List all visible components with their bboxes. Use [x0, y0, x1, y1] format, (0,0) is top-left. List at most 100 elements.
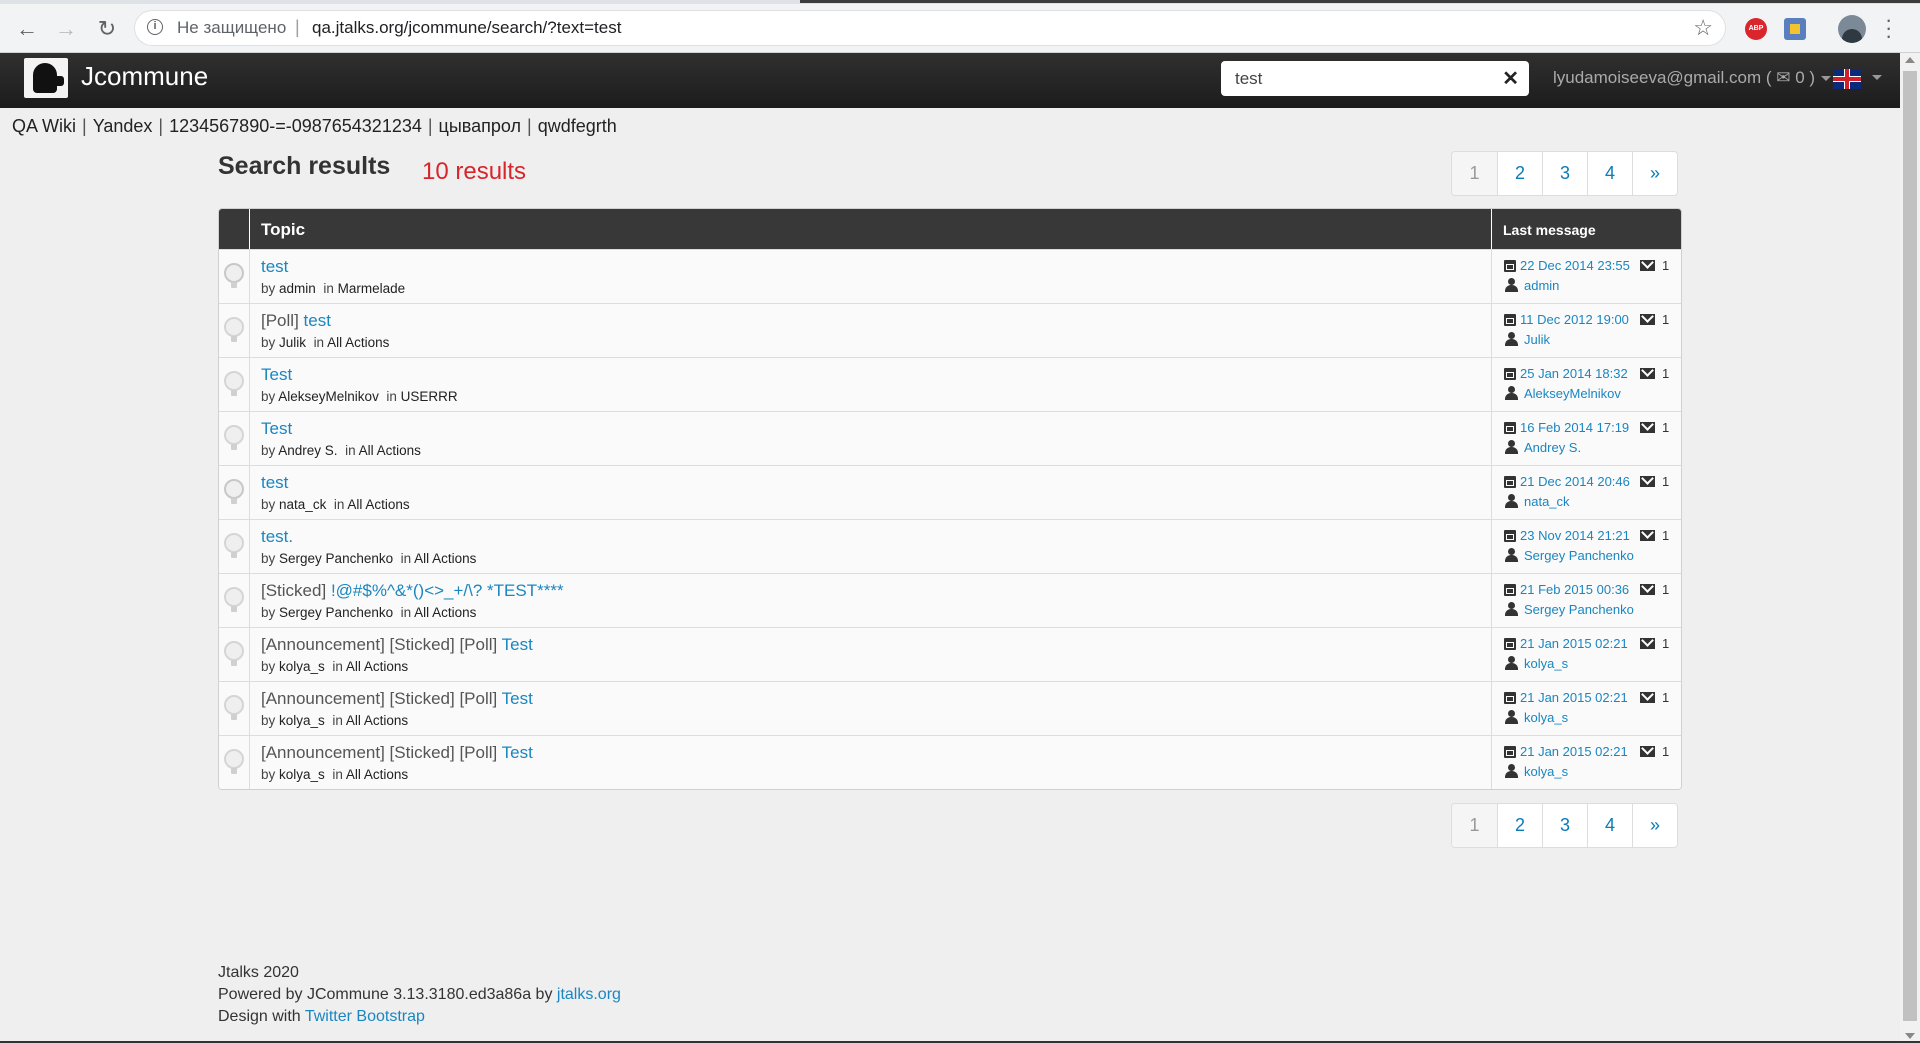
info-icon[interactable]: i — [147, 19, 163, 35]
topic-link[interactable]: test — [261, 257, 288, 276]
topic-link[interactable]: !@#$%^&*()<>_+/\? *TEST**** — [331, 581, 564, 600]
back-icon[interactable]: ← — [14, 16, 40, 42]
next-page-link[interactable]: » — [1632, 152, 1677, 195]
uk-flag-icon[interactable] — [1833, 69, 1861, 89]
brand-name[interactable]: Jcommune — [81, 61, 208, 92]
topic-byline: by admin in Marmelade — [261, 281, 405, 296]
topic-prefix: [Announcement] [Sticked] [Poll] — [261, 689, 498, 708]
extension-icon[interactable] — [1784, 18, 1806, 40]
envelope-icon — [1640, 368, 1655, 379]
user-icon — [1505, 548, 1518, 562]
next-page-link[interactable]: » — [1632, 804, 1677, 847]
page-link[interactable]: 3 — [1542, 152, 1587, 195]
topic-branch[interactable]: All Actions — [414, 605, 476, 620]
reload-icon[interactable]: ↻ — [94, 16, 120, 42]
last-message-user[interactable]: AlekseyMelnikov — [1524, 386, 1621, 401]
footer-jtalks-link[interactable]: jtalks.org — [557, 986, 621, 1003]
clear-search-icon[interactable]: ✕ — [1502, 66, 1519, 91]
last-message-user[interactable]: kolya_s — [1524, 710, 1568, 725]
external-link[interactable]: 1234567890-=-0987654321234 — [169, 116, 422, 136]
profile-avatar[interactable] — [1838, 15, 1866, 43]
topic-link[interactable]: Test — [502, 743, 533, 762]
address-bar[interactable]: i Не защищено | qa.jtalks.org/jcommune/s… — [135, 11, 1725, 45]
message-count: 1 — [1662, 312, 1670, 327]
last-message-user[interactable]: kolya_s — [1524, 764, 1568, 779]
topic-branch[interactable]: All Actions — [414, 551, 476, 566]
forward-icon[interactable]: → — [53, 16, 79, 42]
last-message-user[interactable]: Sergey Panchenko — [1524, 602, 1634, 617]
last-message-date[interactable]: 21 Jan 2015 02:21 — [1520, 636, 1628, 651]
topic-branch[interactable]: All Actions — [347, 497, 409, 512]
search-input[interactable]: test ✕ — [1221, 61, 1529, 96]
last-message-date[interactable]: 21 Jan 2015 02:21 — [1520, 690, 1628, 705]
last-message-date[interactable]: 25 Jan 2014 18:32 — [1520, 366, 1628, 381]
browser-menu-icon[interactable]: · · · — [1885, 9, 1892, 47]
topic-branch[interactable]: USERRR — [401, 389, 458, 404]
page-link[interactable]: 4 — [1587, 152, 1632, 195]
external-link[interactable]: qwdfegrth — [538, 116, 617, 136]
topic-branch[interactable]: All Actions — [359, 443, 421, 458]
page-link[interactable]: 4 — [1587, 804, 1632, 847]
external-link[interactable]: Yandex — [93, 116, 153, 136]
topic-author[interactable]: kolya_s — [279, 659, 325, 674]
lightbulb-icon — [224, 533, 244, 558]
topic-author[interactable]: Julik — [279, 335, 306, 350]
page-link[interactable]: 2 — [1497, 152, 1542, 195]
last-message-user[interactable]: Andrey S. — [1524, 440, 1581, 455]
topic-branch[interactable]: All Actions — [346, 713, 408, 728]
topic-link[interactable]: test. — [261, 527, 293, 546]
page-scrollbar[interactable] — [1900, 53, 1920, 1043]
adblock-extension-icon[interactable]: ABP — [1745, 18, 1767, 40]
last-message-date[interactable]: 16 Feb 2014 17:19 — [1520, 420, 1629, 435]
last-message-date[interactable]: 21 Dec 2014 20:46 — [1520, 474, 1630, 489]
topic-link[interactable]: Test — [502, 635, 533, 654]
topic-branch[interactable]: All Actions — [346, 767, 408, 782]
user-icon — [1505, 440, 1518, 454]
topic-branch[interactable]: Marmelade — [338, 281, 406, 296]
topic-author[interactable]: Sergey Panchenko — [279, 551, 393, 566]
topic-author[interactable]: Sergey Panchenko — [279, 605, 393, 620]
topic-author[interactable]: nata_ck — [279, 497, 326, 512]
topic-author[interactable]: admin — [279, 281, 316, 296]
last-message-date[interactable]: 22 Dec 2014 23:55 — [1520, 258, 1630, 273]
last-message-date[interactable]: 11 Dec 2012 19:00 — [1520, 312, 1629, 327]
language-chevron-down-icon[interactable] — [1872, 75, 1882, 80]
topic-branch[interactable]: All Actions — [327, 335, 389, 350]
page-link[interactable]: 3 — [1542, 804, 1587, 847]
topic-link[interactable]: Test — [261, 365, 292, 384]
last-message-user[interactable]: kolya_s — [1524, 656, 1568, 671]
last-message-user[interactable]: nata_ck — [1524, 494, 1570, 509]
topic-author[interactable]: Andrey S. — [278, 443, 337, 458]
table-row: [Announcement] [Sticked] [Poll] Test by k… — [219, 735, 1681, 789]
external-link[interactable]: цывапрол — [439, 116, 522, 136]
user-email[interactable]: lyudamoiseeva@gmail.com — [1553, 68, 1761, 87]
topic-link[interactable]: Test — [261, 419, 292, 438]
page-link[interactable]: 2 — [1497, 804, 1542, 847]
last-message-date[interactable]: 23 Nov 2014 21:21 — [1520, 528, 1630, 543]
topic-link[interactable]: test — [261, 473, 288, 492]
page-link[interactable]: 1 — [1452, 152, 1497, 195]
last-message-user[interactable]: Julik — [1524, 332, 1550, 347]
topic-author[interactable]: AlekseyMelnikov — [278, 389, 379, 404]
page-link[interactable]: 1 — [1452, 804, 1497, 847]
external-link[interactable]: QA Wiki — [12, 116, 76, 136]
messages-count[interactable]: ( ✉ 0 ) — [1766, 68, 1815, 87]
last-message-user[interactable]: Sergey Panchenko — [1524, 548, 1634, 563]
last-message-date[interactable]: 21 Feb 2015 00:36 — [1520, 582, 1629, 597]
topic-link[interactable]: Test — [502, 689, 533, 708]
last-message-date[interactable]: 21 Jan 2015 02:21 — [1520, 744, 1628, 759]
logo[interactable] — [24, 58, 68, 98]
user-menu[interactable]: lyudamoiseeva@gmail.com ( ✉ 0 ) — [1553, 68, 1832, 88]
footer-bootstrap-link[interactable]: Twitter Bootstrap — [305, 1008, 425, 1025]
topic-title: [Announcement] [Sticked] [Poll] Test — [261, 743, 533, 763]
url-text[interactable]: qa.jtalks.org/jcommune/search/?text=test — [312, 18, 621, 38]
topic-link[interactable]: test — [304, 311, 331, 330]
pagination-top: 1 2 3 4 » — [1451, 151, 1678, 196]
last-message-cell: 21 Jan 2015 02:21 1 kolya_s — [1491, 628, 1681, 681]
topic-author[interactable]: kolya_s — [279, 713, 325, 728]
search-query[interactable]: test — [1235, 69, 1262, 89]
bookmark-star-icon[interactable]: ☆ — [1693, 15, 1713, 41]
last-message-user[interactable]: admin — [1524, 278, 1559, 293]
topic-branch[interactable]: All Actions — [346, 659, 408, 674]
topic-author[interactable]: kolya_s — [279, 767, 325, 782]
